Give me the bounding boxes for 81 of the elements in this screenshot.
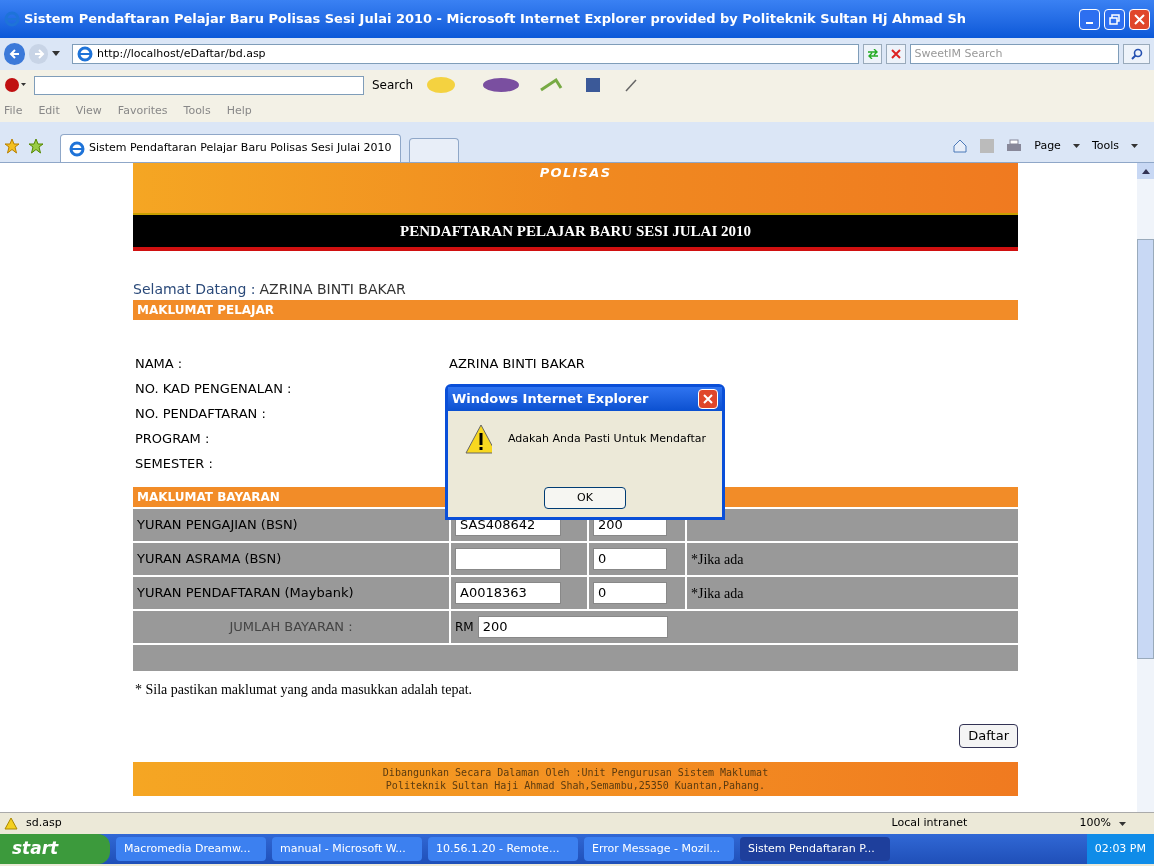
field-label: PROGRAM :	[134, 429, 211, 448]
dialog-close-button[interactable]	[698, 389, 718, 409]
note-text: *Jika ada	[691, 584, 744, 603]
monkey-icon[interactable]	[4, 77, 26, 93]
refresh-button[interactable]	[863, 44, 883, 64]
field-label: NO. PENDAFTARAN :	[134, 404, 267, 423]
home-icon[interactable]	[952, 137, 969, 154]
total-label: JUMLAH BAYARAN :	[133, 611, 449, 643]
close-button[interactable]	[1129, 8, 1150, 30]
refresh-arrows-icon	[866, 49, 879, 59]
window-title: Sistem Pendaftaran Pelajar Baru Polisas Sesi Julai 2010 - Microsoft Internet Explorer provided by Politeknik Sultan Hj Ahmad Sh	[24, 10, 968, 29]
table-cell: YURAN PENDAFTARAN (Maybank)	[133, 577, 449, 609]
restore-icon	[1109, 13, 1120, 25]
url-text: http://localhost/eDaftar/bd.asp	[96, 45, 267, 62]
caret-icon	[1072, 143, 1080, 148]
amount-input[interactable]: 0	[593, 548, 667, 570]
address-field[interactable]: http://localhost/eDaftar/bd.asp	[71, 44, 859, 64]
taskbar-button[interactable]: Macromedia Dreamw...	[116, 837, 266, 861]
note-text: *Jika ada	[691, 550, 744, 569]
reference-input[interactable]	[455, 548, 561, 570]
scrollbar[interactable]	[1137, 163, 1154, 812]
back-arrow-icon	[8, 48, 21, 60]
currency-label: RM	[455, 619, 474, 636]
stop-icon	[890, 49, 901, 59]
back-button[interactable]	[4, 43, 26, 65]
taskbar-button[interactable]: Sistem Pendaftaran P...	[740, 837, 890, 861]
section-header: MAKLUMAT PELAJAR	[133, 300, 1018, 320]
taskbar-button[interactable]: manual - Microsoft W...	[272, 837, 422, 861]
start-button[interactable]: start	[0, 834, 110, 864]
caret-icon	[1119, 821, 1126, 826]
field-label: SEMESTER :	[134, 454, 214, 473]
taskbar-button[interactable]: 10.56.1.20 - Remote...	[428, 837, 578, 861]
add-favorites-icon[interactable]	[28, 138, 44, 154]
field-label: NAMA :	[134, 354, 184, 373]
status-text: sd.asp	[26, 815, 63, 832]
scrollbar-thumb[interactable]	[1137, 239, 1154, 659]
printer-icon[interactable]	[1006, 138, 1023, 153]
welcome-label: Selamat Datang :	[133, 280, 256, 299]
warning-icon	[4, 817, 18, 830]
dropdown-caret-icon	[52, 51, 60, 57]
clock-text: 02:03 PM	[1094, 840, 1146, 857]
minimize-icon	[1086, 22, 1093, 24]
toolbar-search-button[interactable]: Search	[372, 76, 414, 94]
page-menu-button[interactable]: Page	[1034, 137, 1061, 154]
ok-button[interactable]: OK	[544, 487, 626, 509]
minimize-button[interactable]	[1079, 8, 1100, 30]
search-button[interactable]	[1123, 44, 1150, 64]
zone-text: Local intranet	[891, 815, 969, 832]
tools-menu-button[interactable]: Tools	[1091, 137, 1119, 154]
footer-text: Dibangunkan Secara Dalaman Oleh :Unit Pengurusan Sistem Maklumat	[382, 766, 769, 779]
dialog-message: Adakah Anda Pasti Untuk Mendaftar	[507, 430, 706, 447]
search-icon	[1130, 48, 1143, 60]
submit-button[interactable]: Daftar	[959, 724, 1018, 748]
close-icon	[1134, 13, 1145, 25]
taskbar-button[interactable]: Error Message - Mozil...	[584, 837, 734, 861]
scroll-up-button[interactable]	[1137, 163, 1154, 179]
dialog-title: Windows Internet Explorer	[452, 390, 650, 409]
field-value: AZRINA BINTI BAKAR	[449, 354, 585, 373]
notice-text: * Sila pastikan maklumat yang anda masukkan adalah tepat.	[134, 681, 474, 699]
field-label: NO. KAD PENGENALAN :	[134, 379, 293, 398]
warning-icon	[464, 423, 492, 455]
stop-button[interactable]	[886, 44, 906, 64]
toolbar-search-field[interactable]	[34, 75, 364, 95]
maximize-button[interactable]	[1104, 8, 1125, 30]
reference-input[interactable]: A0018363	[455, 582, 561, 604]
welcome-name: AZRINA BINTI BAKAR	[259, 280, 406, 299]
browser-tab[interactable]: Sistem Pendaftaran Pelajar Baru Polisas Sesi Julai 2010	[60, 134, 401, 162]
close-icon	[703, 394, 713, 404]
table-cell: YURAN PENGAJIAN (BSN)	[133, 509, 449, 541]
page-heading: PENDAFTARAN PELAJAR BARU SESI JULAI 2010	[400, 221, 751, 241]
amount-input[interactable]: 0	[593, 582, 667, 604]
footer-text: Politeknik Sultan Haji Ahmad Shah,Semambu,25350 Kuantan,Pahang.	[385, 779, 766, 792]
total-input[interactable]: 200	[477, 616, 668, 638]
caret-icon	[1131, 143, 1138, 148]
forward-arrow-icon	[32, 48, 45, 60]
up-caret-icon	[1141, 168, 1150, 174]
zoom-button[interactable]: 100%	[1079, 815, 1111, 832]
table-cell: YURAN ASRAMA (BSN)	[133, 543, 449, 575]
favorites-star-icon[interactable]	[4, 138, 20, 154]
banner-logo: POLISAS	[539, 164, 612, 182]
new-tab-button[interactable]	[408, 138, 459, 162]
